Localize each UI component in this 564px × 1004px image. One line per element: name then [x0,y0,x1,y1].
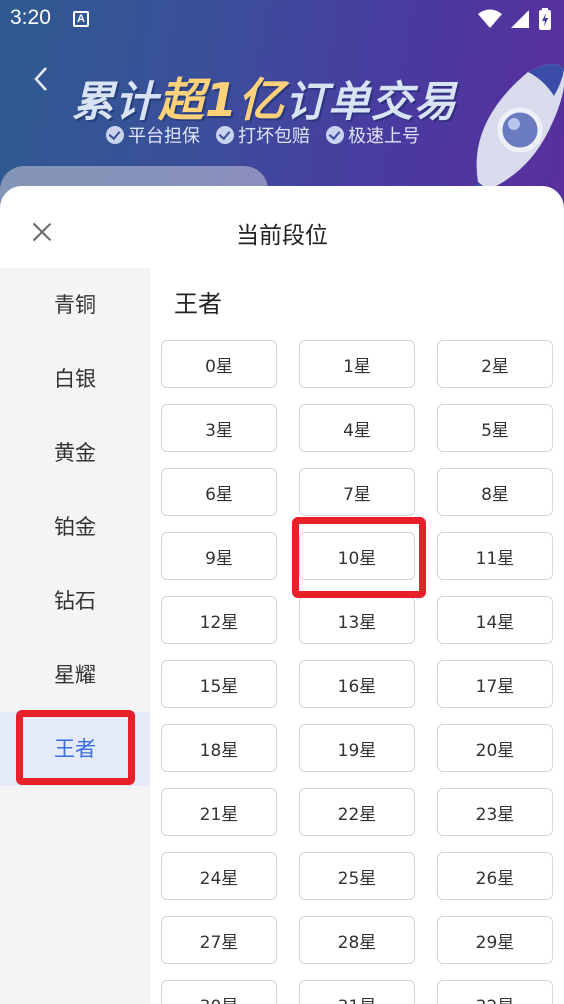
star-option-button[interactable]: 32星 [437,980,553,1004]
feature-item: 打坏包赔 [216,122,310,148]
rank-item-bronze[interactable]: 青铜 [0,268,150,342]
star-option-button[interactable]: 31星 [299,980,415,1004]
star-option-button[interactable]: 3星 [161,404,277,452]
star-option-button[interactable]: 8星 [437,468,553,516]
star-option-button[interactable]: 15星 [161,660,277,708]
rank-item-platinum[interactable]: 铂金 [0,490,150,564]
star-option-button[interactable]: 30星 [161,980,277,1004]
rank-item-gold[interactable]: 黄金 [0,416,150,490]
rank-sidebar: 青铜 白银 黄金 铂金 钻石 星耀 王者 [0,268,150,1004]
star-option-button[interactable]: 2星 [437,340,553,388]
star-content: 王者 0星 1星 2星 3星 4星 5星 6星 7星 8星 9星 10星 11星 12星 13星 14星 15… [150,268,564,1004]
headline-text-1: 累计 [72,77,159,126]
headline-highlight: 超1亿 [158,73,286,127]
star-option-button[interactable]: 28星 [299,916,415,964]
status-bar: 3:20 A [0,0,564,40]
notification-icon: A [73,11,89,27]
star-option-button[interactable]: 23星 [437,788,553,836]
headline-text-2: 订单交易 [285,77,458,126]
star-grid: 0星 1星 2星 3星 4星 5星 6星 7星 8星 9星 10星 11星 12星 13星 14星 15星 16… [161,340,553,1004]
rank-item-diamond[interactable]: 钻石 [0,564,150,638]
wifi-icon [478,9,502,28]
star-option-button[interactable]: 21星 [161,788,277,836]
signal-icon [511,10,529,28]
rank-item-starlight[interactable]: 星耀 [0,638,150,712]
status-time: 3:20 [10,6,51,29]
star-option-button[interactable]: 27星 [161,916,277,964]
star-option-button[interactable]: 11星 [437,532,553,580]
feature-item: 极速上号 [326,122,420,148]
rocket-icon [462,63,564,198]
battery-icon [539,8,551,30]
check-icon [216,126,234,144]
feature-list: 平台担保 打坏包赔 极速上号 [106,122,420,148]
section-title: 王者 [174,290,222,318]
star-option-button[interactable]: 20星 [437,724,553,772]
rank-picker-sheet: 当前段位 青铜 白银 黄金 铂金 钻石 星耀 王者 王者 0星 1星 2星 3星 4星 5… [0,186,564,1004]
star-option-button[interactable]: 4星 [299,404,415,452]
feature-label: 打坏包赔 [238,126,310,147]
star-option-button[interactable]: 18星 [161,724,277,772]
star-option-button[interactable]: 22星 [299,788,415,836]
star-option-button[interactable]: 13星 [299,596,415,644]
status-icons [478,8,552,30]
star-option-button[interactable]: 5星 [437,404,553,452]
star-option-button[interactable]: 6星 [161,468,277,516]
star-option-button[interactable]: 14星 [437,596,553,644]
sheet-header: 当前段位 [0,186,564,268]
sheet-title: 当前段位 [236,223,328,249]
star-option-button[interactable]: 1星 [299,340,415,388]
back-arrow-icon[interactable] [26,62,56,96]
banner-headline: 累计超1亿订单交易 [72,64,457,130]
star-option-button[interactable]: 7星 [299,468,415,516]
rank-item-king[interactable]: 王者 [0,712,150,786]
star-option-button[interactable]: 25星 [299,852,415,900]
check-icon [106,126,124,144]
feature-item: 平台担保 [106,122,200,148]
feature-label: 极速上号 [348,126,420,147]
star-option-button[interactable]: 17星 [437,660,553,708]
star-option-button[interactable]: 29星 [437,916,553,964]
star-option-button[interactable]: 10星 [299,532,415,580]
star-option-button[interactable]: 16星 [299,660,415,708]
star-option-button[interactable]: 19星 [299,724,415,772]
star-option-button[interactable]: 24星 [161,852,277,900]
check-icon [326,126,344,144]
rank-item-silver[interactable]: 白银 [0,342,150,416]
feature-label: 平台担保 [128,126,200,147]
star-option-button[interactable]: 26星 [437,852,553,900]
star-option-button[interactable]: 0星 [161,340,277,388]
star-option-button[interactable]: 9星 [161,532,277,580]
star-option-button[interactable]: 12星 [161,596,277,644]
